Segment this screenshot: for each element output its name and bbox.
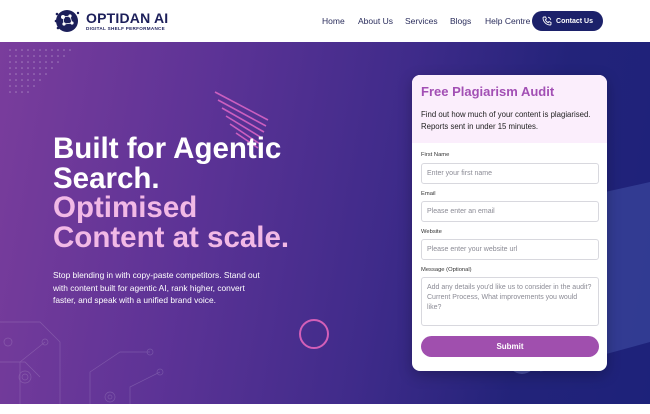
nav-home[interactable]: Home xyxy=(322,16,345,26)
form-header: Free Plagiarism Audit Find out how much … xyxy=(412,75,607,143)
website-input[interactable]: Please enter your website url xyxy=(421,239,599,260)
brand-name: OPTIDAN AI xyxy=(86,10,169,26)
nav-blogs[interactable]: Blogs xyxy=(450,16,471,26)
submit-button[interactable]: Submit xyxy=(421,336,599,357)
plagiarism-audit-form: Free Plagiarism Audit Find out how much … xyxy=(412,75,607,371)
brand-tagline: DIGITAL SHELF PERFORMANCE xyxy=(86,26,166,31)
form-description: Find out how much of your content is pla… xyxy=(421,110,591,131)
website-label: Website xyxy=(421,229,442,235)
message-textarea[interactable]: Add any details you'd like us to conside… xyxy=(421,277,599,326)
brain-circuit-icon xyxy=(54,8,82,34)
headline-line-4: Content at scale. xyxy=(53,220,290,254)
headline-line-1: Built for Agentic xyxy=(53,132,282,165)
headline-line-2: Search. xyxy=(53,161,160,195)
nav-about-us[interactable]: About Us xyxy=(358,16,393,26)
hero-subtext: Stop blending in with copy-paste competi… xyxy=(53,270,260,305)
first-name-input[interactable]: Enter your first name xyxy=(421,163,599,184)
contact-us-label: Contact Us xyxy=(556,17,593,25)
hero-headline: Built for Agentic Search. Optimised Cont… xyxy=(53,134,333,252)
email-label: Email xyxy=(421,191,436,197)
headline-line-3: Optimised xyxy=(53,191,198,224)
nav-services[interactable]: Services xyxy=(405,16,438,26)
first-name-label: First Name xyxy=(421,152,450,158)
site-header: OPTIDAN AI DIGITAL SHELF PERFORMANCE Hom… xyxy=(0,0,650,42)
contact-us-button[interactable]: Contact Us xyxy=(532,11,603,31)
form-title: Free Plagiarism Audit xyxy=(421,84,555,99)
nav-help-centre[interactable]: Help Centre xyxy=(485,16,530,26)
brand-logo[interactable]: OPTIDAN AI DIGITAL SHELF PERFORMANCE xyxy=(54,8,168,34)
message-label: Message (Optional) xyxy=(421,267,472,273)
phone-icon xyxy=(542,16,552,26)
section-divider xyxy=(0,404,650,414)
email-input[interactable]: Please enter an email xyxy=(421,201,599,222)
